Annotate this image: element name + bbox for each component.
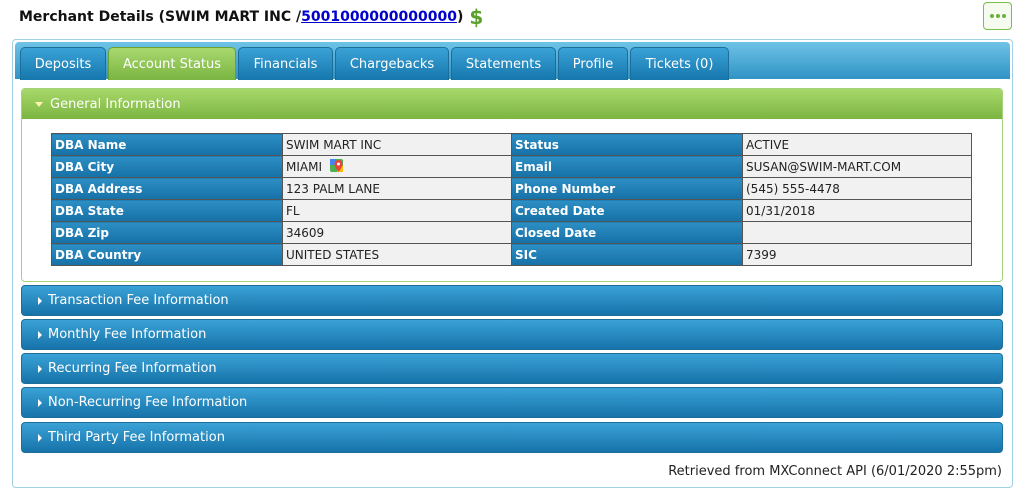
- more-menu-icon: [989, 14, 994, 18]
- row-value: UNITED STATES: [282, 243, 512, 266]
- row-label: Status: [511, 133, 743, 156]
- row-value: ACTIVE: [742, 133, 972, 156]
- merchant-id-link[interactable]: 5001000000000000: [301, 9, 457, 25]
- table-row: DBA State FL Created Date 01/31/2018: [51, 199, 972, 222]
- row-label: Phone Number: [511, 177, 743, 200]
- table-row: DBA Name SWIM MART INC Status ACTIVE: [51, 133, 972, 156]
- caret-right-icon: [38, 398, 42, 407]
- tab-deposits[interactable]: Deposits: [20, 47, 106, 80]
- retrieved-footer: Retrieved from MXConnect API (6/01/2020 …: [668, 464, 1002, 479]
- section-monthly-fee[interactable]: Monthly Fee Information: [21, 319, 1003, 350]
- row-value: 123 PALM LANE: [282, 177, 512, 200]
- city-value: MIAMI: [286, 160, 322, 174]
- section-title: Monthly Fee Information: [48, 327, 207, 342]
- section-title: Non-Recurring Fee Information: [48, 395, 248, 410]
- row-label: DBA City: [51, 155, 283, 178]
- table-row: DBA City MIAMI Email SUSAN@SWIM-MART.COM: [51, 155, 972, 178]
- caret-right-icon: [38, 364, 42, 373]
- row-label: Created Date: [511, 199, 743, 222]
- title-prefix: Merchant Details (SWIM MART INC /: [19, 9, 302, 25]
- row-label: DBA Name: [51, 133, 283, 156]
- row-label: DBA State: [51, 199, 283, 222]
- section-title: Third Party Fee Information: [48, 430, 225, 445]
- table-row: DBA Address 123 PALM LANE Phone Number (…: [51, 177, 972, 200]
- row-value: SWIM MART INC: [282, 133, 512, 156]
- page-title: Merchant Details (SWIM MART INC / 500100…: [19, 6, 483, 28]
- tab-chargebacks[interactable]: Chargebacks: [335, 47, 449, 80]
- table-row: DBA Zip 34609 Closed Date: [51, 221, 972, 244]
- row-label: DBA Address: [51, 177, 283, 200]
- general-information-section: General Information DBA Name SWIM MART I…: [21, 88, 1003, 282]
- section-third-party-fee[interactable]: Third Party Fee Information: [21, 422, 1003, 453]
- row-value: SUSAN@SWIM-MART.COM: [742, 155, 972, 178]
- title-suffix: ): [456, 9, 464, 25]
- section-title: Transaction Fee Information: [48, 293, 229, 308]
- more-menu-button[interactable]: [983, 2, 1012, 30]
- caret-right-icon: [38, 433, 42, 442]
- tab-statements[interactable]: Statements: [451, 47, 556, 80]
- table-row: DBA Country UNITED STATES SIC 7399: [51, 243, 972, 266]
- tab-account-status[interactable]: Account Status: [108, 47, 236, 80]
- merchant-panel: Deposits Account Status Financials Charg…: [12, 39, 1013, 488]
- caret-right-icon: [38, 296, 42, 305]
- dollar-icon: $: [469, 5, 484, 29]
- section-title: Recurring Fee Information: [48, 361, 217, 376]
- row-value: (545) 555-4478: [742, 177, 972, 200]
- map-pin-icon[interactable]: [330, 159, 343, 174]
- section-transaction-fee[interactable]: Transaction Fee Information: [21, 285, 1003, 316]
- row-label: Email: [511, 155, 743, 178]
- general-information-title: General Information: [50, 96, 181, 112]
- general-information-header[interactable]: General Information: [22, 89, 1002, 119]
- general-information-table: DBA Name SWIM MART INC Status ACTIVE DBA…: [51, 133, 972, 266]
- caret-down-icon: [35, 101, 43, 107]
- row-value: FL: [282, 199, 512, 222]
- tab-profile[interactable]: Profile: [558, 47, 628, 80]
- row-label: SIC: [511, 243, 743, 266]
- tab-financials[interactable]: Financials: [238, 47, 333, 80]
- section-recurring-fee[interactable]: Recurring Fee Information: [21, 353, 1003, 384]
- row-label: Closed Date: [511, 221, 743, 244]
- more-menu-icon-dot: [995, 14, 1000, 18]
- tab-bar: Deposits Account Status Financials Charg…: [15, 42, 1010, 80]
- tab-tickets[interactable]: Tickets (0): [630, 47, 729, 80]
- caret-right-icon: [38, 330, 42, 339]
- row-value: 01/31/2018: [742, 199, 972, 222]
- row-label: DBA Zip: [51, 221, 283, 244]
- row-value: [742, 221, 972, 244]
- row-value: 34609: [282, 221, 512, 244]
- row-value: 7399: [742, 243, 972, 266]
- row-label: DBA Country: [51, 243, 283, 266]
- section-non-recurring-fee[interactable]: Non-Recurring Fee Information: [21, 387, 1003, 418]
- more-menu-icon-dot: [1001, 14, 1006, 18]
- row-value-city: MIAMI: [282, 155, 512, 178]
